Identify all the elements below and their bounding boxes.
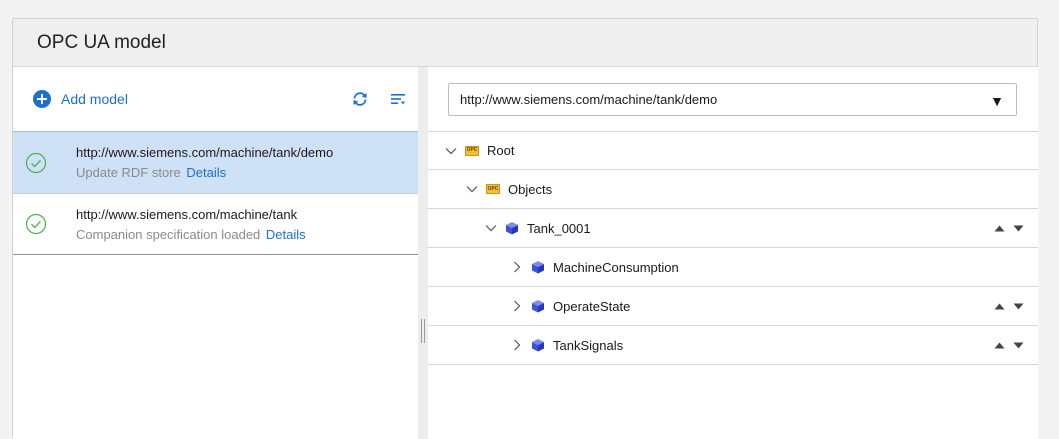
tree-node-objects[interactable]: OPC Objects [428, 170, 1038, 209]
tree-node-operate-state[interactable]: OperateState [428, 287, 1038, 326]
opc-folder-icon: OPC [486, 182, 500, 196]
move-up-icon[interactable] [994, 223, 1005, 234]
chevron-right-icon[interactable] [510, 299, 524, 313]
move-down-icon[interactable] [1013, 340, 1024, 351]
add-model-button[interactable]: Add model [33, 90, 128, 108]
opc-folder-icon: OPC [465, 144, 479, 158]
tree-node-label: MachineConsumption [553, 259, 679, 275]
cube-icon [531, 299, 545, 313]
model-url: http://www.siemens.com/machine/tank [76, 206, 298, 222]
move-up-icon[interactable] [994, 301, 1005, 312]
model-list-item[interactable]: http://www.siemens.com/machine/tank/demo… [13, 131, 418, 193]
tree-node-tank-signals[interactable]: TankSignals [428, 326, 1038, 365]
tree-node-label: Objects [508, 181, 553, 197]
check-circle-icon [25, 152, 47, 173]
chevron-down-icon[interactable] [465, 182, 479, 196]
details-link[interactable]: Details [266, 227, 306, 242]
model-url: http://www.siemens.com/machine/tank/demo [76, 145, 334, 160]
tree-node-label: OperateState [553, 298, 631, 314]
panel-header: OPC UA model [13, 19, 1037, 67]
move-down-icon[interactable] [1013, 223, 1024, 234]
namespace-select[interactable]: http://www.siemens.com/machine/tank/demo… [448, 83, 1017, 116]
cube-icon [531, 260, 545, 274]
chevron-down-icon[interactable] [444, 144, 458, 158]
chevron-right-icon[interactable] [510, 260, 524, 274]
panel-title: OPC UA model [37, 31, 166, 53]
cube-icon [531, 338, 545, 352]
tree-node-tank-0001[interactable]: Tank_0001 [428, 209, 1038, 248]
refresh-icon [353, 92, 367, 106]
list-settings-icon [391, 94, 405, 105]
cube-icon [505, 221, 519, 235]
model-status: Companion specification loaded [76, 226, 261, 242]
tree-node-root[interactable]: OPC Root [428, 131, 1038, 170]
chevron-right-icon[interactable] [510, 338, 524, 352]
model-toolbar: Add model [13, 67, 418, 131]
chevron-down-icon[interactable] [484, 221, 498, 235]
tree-node-label: Root [487, 143, 515, 158]
splitter-grip-icon[interactable] [421, 319, 425, 343]
move-up-icon[interactable] [994, 340, 1005, 351]
details-link[interactable]: Details [186, 165, 226, 180]
refresh-button[interactable] [350, 89, 370, 109]
opc-ua-model-panel: OPC UA model Add model http://www.siemen… [12, 18, 1038, 439]
model-status: Update RDF store [76, 165, 181, 180]
pane-splitter[interactable] [418, 67, 428, 439]
plus-circle-icon [33, 90, 51, 108]
node-tree: OPC Root OPC Objects Tank_0001 MachineCo… [428, 131, 1038, 365]
model-list-item[interactable]: http://www.siemens.com/machine/tank Comp… [13, 193, 418, 255]
dropdown-arrow-icon: ▼ [990, 93, 1004, 109]
move-down-icon[interactable] [1013, 301, 1024, 312]
add-model-label: Add model [61, 91, 128, 107]
namespace-select-value: http://www.siemens.com/machine/tank/demo [460, 92, 718, 107]
list-settings-button[interactable] [388, 89, 408, 109]
tree-node-label: TankSignals [553, 337, 624, 353]
tree-node-label: Tank_0001 [527, 220, 591, 236]
model-tree-pane: http://www.siemens.com/machine/tank/demo… [428, 67, 1038, 439]
tree-node-machine-consumption[interactable]: MachineConsumption [428, 248, 1038, 287]
model-list-pane: Add model http://www.siemens.com/machine… [13, 67, 418, 439]
check-circle-icon [25, 213, 47, 235]
